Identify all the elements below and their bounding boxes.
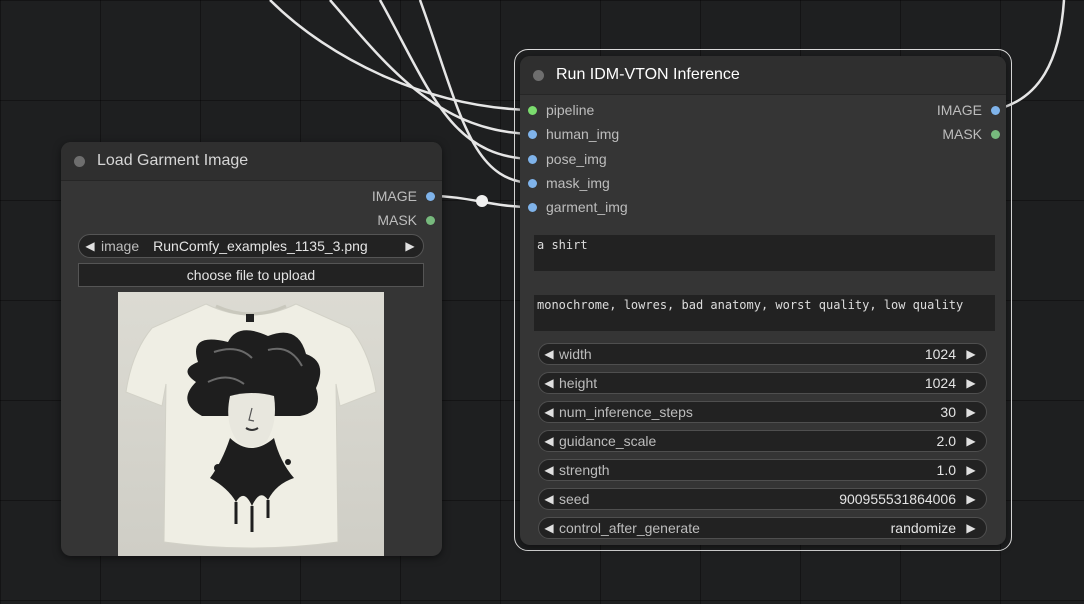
decrement-arrow-icon[interactable]: ◀ xyxy=(539,463,559,477)
output-label: IMAGE xyxy=(936,102,982,118)
num-inference-steps-widget[interactable]: ◀ num_inference_steps 30 ▶ xyxy=(538,401,987,423)
widget-label: height xyxy=(559,375,598,391)
decrement-arrow-icon[interactable]: ◀ xyxy=(539,434,559,448)
input-label: garment_img xyxy=(546,199,628,215)
widget-label: seed xyxy=(559,491,590,507)
output-dot-icon[interactable] xyxy=(991,105,1000,115)
output-slot-image[interactable]: IMAGE xyxy=(372,187,435,205)
output-label: MASK xyxy=(377,212,417,228)
guidance-scale-widget[interactable]: ◀ guidance_scale 2.0 ▶ xyxy=(538,430,987,452)
widget-label: strength xyxy=(559,462,610,478)
strength-widget[interactable]: ◀ strength 1.0 ▶ xyxy=(538,459,987,481)
increment-arrow-icon[interactable]: ▶ xyxy=(956,492,986,506)
input-dot-icon[interactable] xyxy=(528,154,537,164)
output-dot-icon[interactable] xyxy=(426,191,435,201)
widget-value: 1024 xyxy=(924,375,956,391)
control-after-generate-widget[interactable]: ◀ control_after_generate randomize ▶ xyxy=(538,517,987,539)
widget-value: RunComfy_examples_1135_3.png xyxy=(153,238,368,254)
increment-arrow-icon[interactable]: ▶ xyxy=(956,405,986,419)
increment-arrow-icon[interactable]: ▶ xyxy=(956,347,986,361)
seed-widget[interactable]: ◀ seed 900955531864006 ▶ xyxy=(538,488,987,510)
input-dot-icon[interactable] xyxy=(528,129,537,139)
choose-file-button[interactable]: choose file to upload xyxy=(78,263,424,287)
output-slot-image[interactable]: IMAGE xyxy=(937,101,1000,119)
input-slot-garment-img[interactable]: garment_img xyxy=(528,198,628,216)
image-preview xyxy=(118,292,384,556)
prompt-textarea[interactable]: a shirt xyxy=(534,235,995,271)
node-title: Run IDM-VTON Inference xyxy=(556,66,740,83)
input-slot-pipeline[interactable]: pipeline xyxy=(528,101,594,119)
widget-label: width xyxy=(559,346,592,362)
increment-arrow-icon[interactable]: ▶ xyxy=(956,521,986,535)
input-dot-icon[interactable] xyxy=(528,105,537,115)
input-dot-icon[interactable] xyxy=(528,202,537,212)
input-dot-icon[interactable] xyxy=(528,178,537,188)
output-slot-mask[interactable]: MASK xyxy=(942,125,1000,143)
collapse-dot-icon[interactable] xyxy=(533,69,544,81)
output-dot-icon[interactable] xyxy=(991,129,1000,139)
decrement-arrow-icon[interactable]: ◀ xyxy=(539,521,559,535)
widget-label: image xyxy=(101,238,140,254)
input-label: mask_img xyxy=(546,175,610,191)
input-label: human_img xyxy=(546,126,620,142)
widget-value: 1.0 xyxy=(936,462,956,478)
output-slot-mask[interactable]: MASK xyxy=(377,211,435,229)
widget-value: 1024 xyxy=(924,346,956,362)
node-title: Load Garment Image xyxy=(97,152,249,169)
decrement-arrow-icon[interactable]: ◀ xyxy=(539,492,559,506)
increment-arrow-icon[interactable]: ▶ xyxy=(956,463,986,477)
decrement-arrow-icon[interactable]: ◀ xyxy=(539,376,559,390)
widget-label: control_after_generate xyxy=(559,520,700,536)
output-dot-icon[interactable] xyxy=(426,215,435,225)
decrement-arrow-icon[interactable]: ◀ xyxy=(79,239,101,253)
load-garment-image-node[interactable]: Load Garment Image IMAGE MASK ◀ image Ru… xyxy=(61,142,442,556)
increment-arrow-icon[interactable]: ▶ xyxy=(397,239,423,253)
node-title-bar[interactable]: Load Garment Image xyxy=(61,142,442,181)
wire-human-img xyxy=(329,0,533,136)
input-slot-pose-img[interactable]: pose_img xyxy=(528,150,607,168)
widget-value: 900955531864006 xyxy=(839,491,956,507)
negative-prompt-textarea[interactable]: monochrome, lowres, bad anatomy, worst q… xyxy=(534,295,995,331)
widget-value: 2.0 xyxy=(936,433,956,449)
input-slot-human-img[interactable]: human_img xyxy=(528,125,619,143)
widget-value: randomize xyxy=(890,520,956,536)
decrement-arrow-icon[interactable]: ◀ xyxy=(539,347,559,361)
reroute-dot xyxy=(476,195,488,207)
input-label: pose_img xyxy=(546,151,607,167)
widget-value: 30 xyxy=(940,404,956,420)
collapse-dot-icon[interactable] xyxy=(74,155,85,167)
output-label: MASK xyxy=(942,126,982,142)
widget-label: num_inference_steps xyxy=(559,404,693,420)
increment-arrow-icon[interactable]: ▶ xyxy=(956,434,986,448)
run-idm-vton-node[interactable]: Run IDM-VTON Inference pipeline human_im… xyxy=(520,56,1006,545)
wire-pipeline xyxy=(269,0,533,112)
width-widget[interactable]: ◀ width 1024 ▶ xyxy=(538,343,987,365)
widget-label: guidance_scale xyxy=(559,433,657,449)
image-combo-widget[interactable]: ◀ image RunComfy_examples_1135_3.png ▶ xyxy=(78,234,424,258)
tshirt-preview-icon xyxy=(118,292,384,556)
input-label: pipeline xyxy=(546,102,595,118)
input-slot-mask-img[interactable]: mask_img xyxy=(528,174,610,192)
output-label: IMAGE xyxy=(371,188,417,204)
increment-arrow-icon[interactable]: ▶ xyxy=(956,376,986,390)
height-widget[interactable]: ◀ height 1024 ▶ xyxy=(538,372,987,394)
decrement-arrow-icon[interactable]: ◀ xyxy=(539,405,559,419)
node-title-bar[interactable]: Run IDM-VTON Inference xyxy=(520,56,1006,95)
